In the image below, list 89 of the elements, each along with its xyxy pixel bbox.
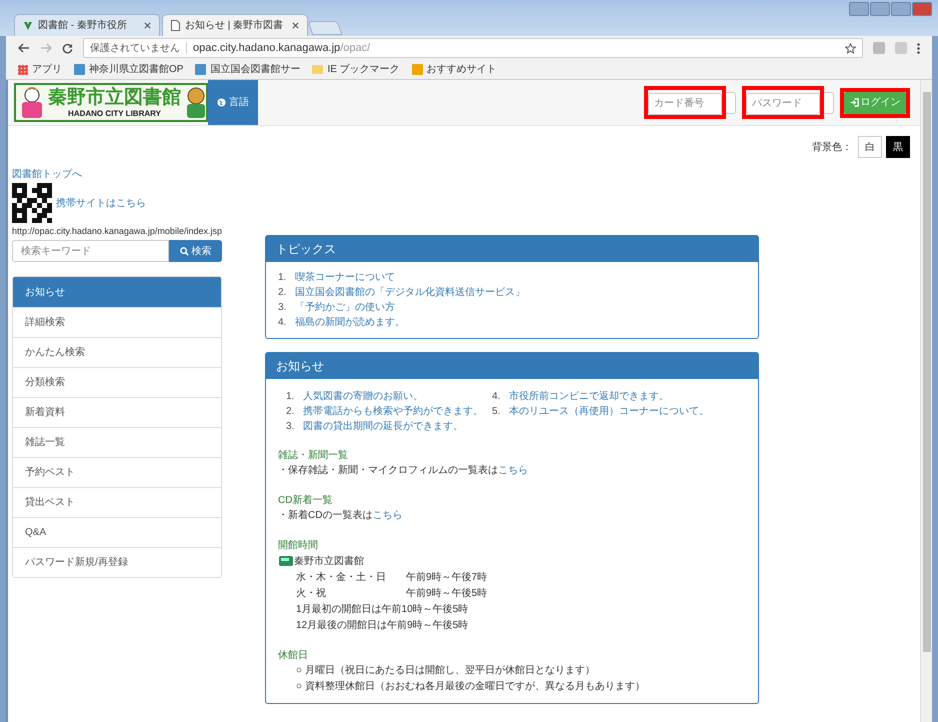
library-top-link[interactable]: 図書館トップへ — [12, 168, 222, 182]
list-number: 4. — [278, 316, 288, 330]
card-number-field[interactable]: カード番号 — [648, 92, 722, 115]
list-number: 1. — [286, 390, 296, 404]
bookmark-item[interactable]: 国立国会図書館サー — [195, 62, 300, 77]
tab-title: お知らせ | 秦野市図書 — [185, 18, 284, 33]
menu-icon[interactable] — [917, 42, 920, 54]
bookmark-item[interactable]: 神奈川県立図書館OP — [74, 62, 184, 77]
library-name: 秦野市立図書館 — [294, 554, 364, 569]
password-field[interactable]: パスワード — [746, 92, 820, 115]
panel-title: トピックス — [266, 236, 758, 262]
login-icon — [850, 98, 858, 107]
notice-link[interactable]: 人気図書の寄贈のお願い。 — [303, 389, 423, 404]
bookmark-item[interactable]: アプリ — [18, 62, 62, 77]
closed-day-text: ○ 月曜日（祝日にあたる日は開館し、翌平日が休館日となります） — [295, 664, 596, 678]
hours-note: 12月最後の開館日は午前9時～午後5時 — [296, 618, 470, 633]
extension-icon[interactable] — [873, 42, 885, 54]
qr-code-icon — [12, 183, 52, 223]
topic-link[interactable]: 喫茶コーナーについて — [295, 270, 395, 285]
minimize-button[interactable] — [870, 2, 890, 16]
list-number: 2. — [286, 405, 296, 419]
here-link[interactable]: こちら — [372, 510, 402, 521]
globe-icon — [217, 98, 226, 107]
search-icon — [180, 246, 188, 256]
background-color-button[interactable]: 白 — [858, 136, 882, 158]
close-icon[interactable] — [292, 22, 299, 29]
topic-link[interactable]: 国立国会図書館の「デジタル化資料送信サービス」 — [295, 285, 525, 300]
search-button[interactable]: 検索 — [169, 240, 222, 262]
section-heading: CD新着一覧 — [278, 494, 334, 508]
extension-icon[interactable] — [895, 42, 907, 54]
opening-hours: 午前9時～午後7時 — [406, 570, 488, 585]
background-color-button[interactable]: 黒 — [886, 136, 910, 158]
bookmark-item[interactable]: IE ブックマーク — [312, 62, 400, 77]
topic-link[interactable]: 「予約かご」の使い方 — [295, 300, 395, 315]
library-logo[interactable]: 秦野市立図書館 HADANO CITY LIBRARY — [14, 83, 208, 122]
sidebar-item[interactable]: お知らせ — [13, 277, 221, 307]
opening-hours: 午前9時～午後5時 — [406, 586, 488, 601]
here-link[interactable]: こちら — [498, 465, 528, 476]
field-addon — [726, 92, 736, 114]
leaf-icon — [23, 20, 33, 30]
security-status: 保護されていません — [90, 42, 180, 56]
list-number: 3. — [286, 420, 296, 434]
language-button[interactable]: 言語 — [208, 80, 258, 125]
new-tab-button[interactable] — [307, 21, 343, 35]
close-button[interactable] — [912, 2, 932, 16]
topic-link[interactable]: 福島の新聞が読めます。 — [295, 315, 405, 330]
forward-icon[interactable] — [40, 43, 52, 53]
closed-day-text: ○ 資料整理休館日（おおむね各月最後の金曜日ですが、異なる月もあります） — [295, 680, 646, 694]
back-icon[interactable] — [18, 43, 30, 53]
maximize-button[interactable] — [891, 2, 911, 16]
info-text: ・新着CDの一覧表はこちら — [278, 508, 404, 523]
panel-title: お知らせ — [266, 353, 758, 379]
tab-title: 図書館 - 秦野市役所 — [38, 18, 128, 33]
list-number: 5. — [492, 405, 502, 419]
reload-icon[interactable] — [62, 42, 73, 54]
hours-note: 1月最初の開館日は午前10時～午後5時 — [296, 602, 470, 617]
list-number: 3. — [278, 301, 288, 315]
section-heading: 休館日 — [278, 649, 309, 663]
bookmark-item[interactable]: おすすめサイト — [412, 62, 497, 77]
notice-link[interactable]: 携帯電話からも検索や予約ができます。 — [303, 404, 483, 419]
logo-subtitle: HADANO CITY LIBRARY — [68, 108, 161, 118]
search-field[interactable]: 検索キーワード — [12, 240, 169, 262]
list-number: 1. — [278, 271, 288, 285]
notice-link[interactable]: 図書の貸出期間の延長ができます。 — [303, 419, 463, 434]
browser-tab[interactable]: お知らせ | 秦野市図書 — [162, 14, 308, 36]
url-text: opac.city.hadano.kanagawa.jp/opac/ — [193, 40, 370, 56]
list-number: 2. — [278, 286, 288, 300]
mobile-url: http://opac.city.hadano.kanagawa.jp/mobile/index.jsp — [12, 225, 222, 238]
field-addon — [824, 92, 834, 114]
star-icon[interactable] — [845, 42, 856, 54]
browser-tab[interactable]: 図書館 - 秦野市役所 — [14, 14, 160, 36]
section-heading: 雑誌・新聞一覧 — [278, 448, 349, 463]
close-icon[interactable] — [144, 22, 151, 29]
address-field[interactable]: 保護されていません opac.city.hadano.kanagawa.jp/opac/ — [83, 38, 863, 58]
sidebar-item[interactable]: パスワード新規/再登録 — [13, 547, 221, 577]
list-number: 4. — [492, 390, 502, 404]
mobile-site-link[interactable]: 携帯サイトはこちら — [56, 196, 146, 210]
book-icon — [278, 555, 294, 568]
user-icon[interactable] — [849, 2, 869, 16]
opening-days: 火・祝 — [296, 586, 406, 602]
notice-link[interactable]: 市役所前コンビニで返却できます。 — [509, 389, 669, 404]
section-heading: 開館時間 — [278, 538, 319, 553]
notice-link[interactable]: 本のリユース（再使用）コーナーについて。 — [509, 404, 709, 419]
logo-title: 秦野市立図書館 — [48, 86, 181, 108]
scrollbar[interactable] — [920, 80, 932, 722]
page-icon — [171, 20, 180, 31]
info-text: ・保存雑誌・新聞・マイクロフィルムの一覧表はこちら — [278, 464, 529, 478]
background-color-label: 背景色： — [812, 140, 852, 154]
opening-days: 水・木・金・土・日 — [296, 570, 406, 586]
